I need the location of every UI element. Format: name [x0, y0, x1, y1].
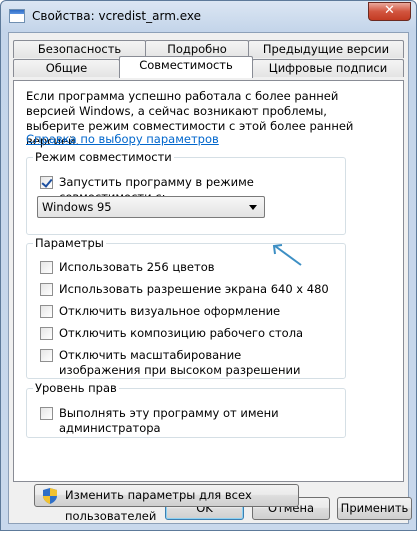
- window-title: Свойства: vcredist_arm.exe: [32, 9, 201, 23]
- os-version-select[interactable]: Windows 95: [37, 196, 265, 218]
- option-256-colors-label: Использовать 256 цветов: [59, 260, 215, 274]
- uac-shield-icon: [43, 488, 57, 504]
- run-compat-checkbox[interactable]: [40, 176, 53, 189]
- option-disable-composition-row[interactable]: Отключить композицию рабочего стола: [40, 326, 303, 341]
- option-disable-visual-themes-row[interactable]: Отключить визуальное оформление: [40, 304, 280, 319]
- run-as-admin-row[interactable]: Выполнять эту программу от имени админис…: [40, 406, 345, 436]
- change-settings-all-users-button[interactable]: Изменить параметры для всех пользователе…: [34, 484, 299, 523]
- tab-digital-signatures[interactable]: Цифровые подписи: [252, 59, 404, 77]
- title-bar[interactable]: Свойства: vcredist_arm.exe ✕: [1, 1, 416, 32]
- window-app-icon: [9, 9, 25, 23]
- option-640x480-checkbox[interactable]: [40, 283, 53, 296]
- option-256-colors-checkbox[interactable]: [40, 261, 53, 274]
- option-640x480-row[interactable]: Использовать разрешение экрана 640 x 480: [40, 282, 329, 297]
- properties-window: Свойства: vcredist_arm.exe ✕ Безопасност…: [0, 0, 417, 531]
- option-640x480-label: Использовать разрешение экрана 640 x 480: [59, 282, 329, 296]
- tab-compatibility[interactable]: Совместимость: [119, 56, 253, 78]
- run-as-admin-checkbox[interactable]: [40, 407, 53, 420]
- privilege-level-group: Уровень прав Выполнять эту программу от …: [26, 381, 346, 438]
- annotation-arrow-icon: [272, 244, 302, 266]
- chevron-down-icon: [249, 205, 257, 210]
- option-disable-dpi-scaling-checkbox[interactable]: [40, 349, 53, 362]
- tab-previous-versions[interactable]: Предыдущие версии: [248, 40, 404, 58]
- tab-general[interactable]: Общие: [13, 59, 120, 77]
- dialog-client-area: Безопасность Подробно Предыдущие версии …: [8, 32, 409, 524]
- os-version-selected-value: Windows 95: [42, 200, 112, 214]
- help-link[interactable]: Справка по выбору параметров: [26, 132, 219, 146]
- option-disable-composition-label: Отключить композицию рабочего стола: [59, 326, 304, 340]
- settings-group-title: Параметры: [33, 236, 106, 250]
- option-disable-visual-themes-label: Отключить визуальное оформление: [59, 304, 281, 318]
- close-button[interactable]: ✕: [368, 2, 411, 21]
- option-disable-visual-themes-checkbox[interactable]: [40, 305, 53, 318]
- apply-button[interactable]: Применить: [337, 497, 412, 520]
- option-disable-composition-checkbox[interactable]: [40, 327, 53, 340]
- privilege-level-group-title: Уровень прав: [33, 381, 119, 395]
- option-256-colors-row[interactable]: Использовать 256 цветов: [40, 260, 215, 275]
- run-as-admin-label: Выполнять эту программу от имени админис…: [59, 406, 279, 435]
- close-icon: ✕: [384, 3, 395, 18]
- compat-mode-group-title: Режим совместимости: [33, 150, 174, 164]
- compat-mode-group: Режим совместимости Запустить программу …: [26, 150, 346, 235]
